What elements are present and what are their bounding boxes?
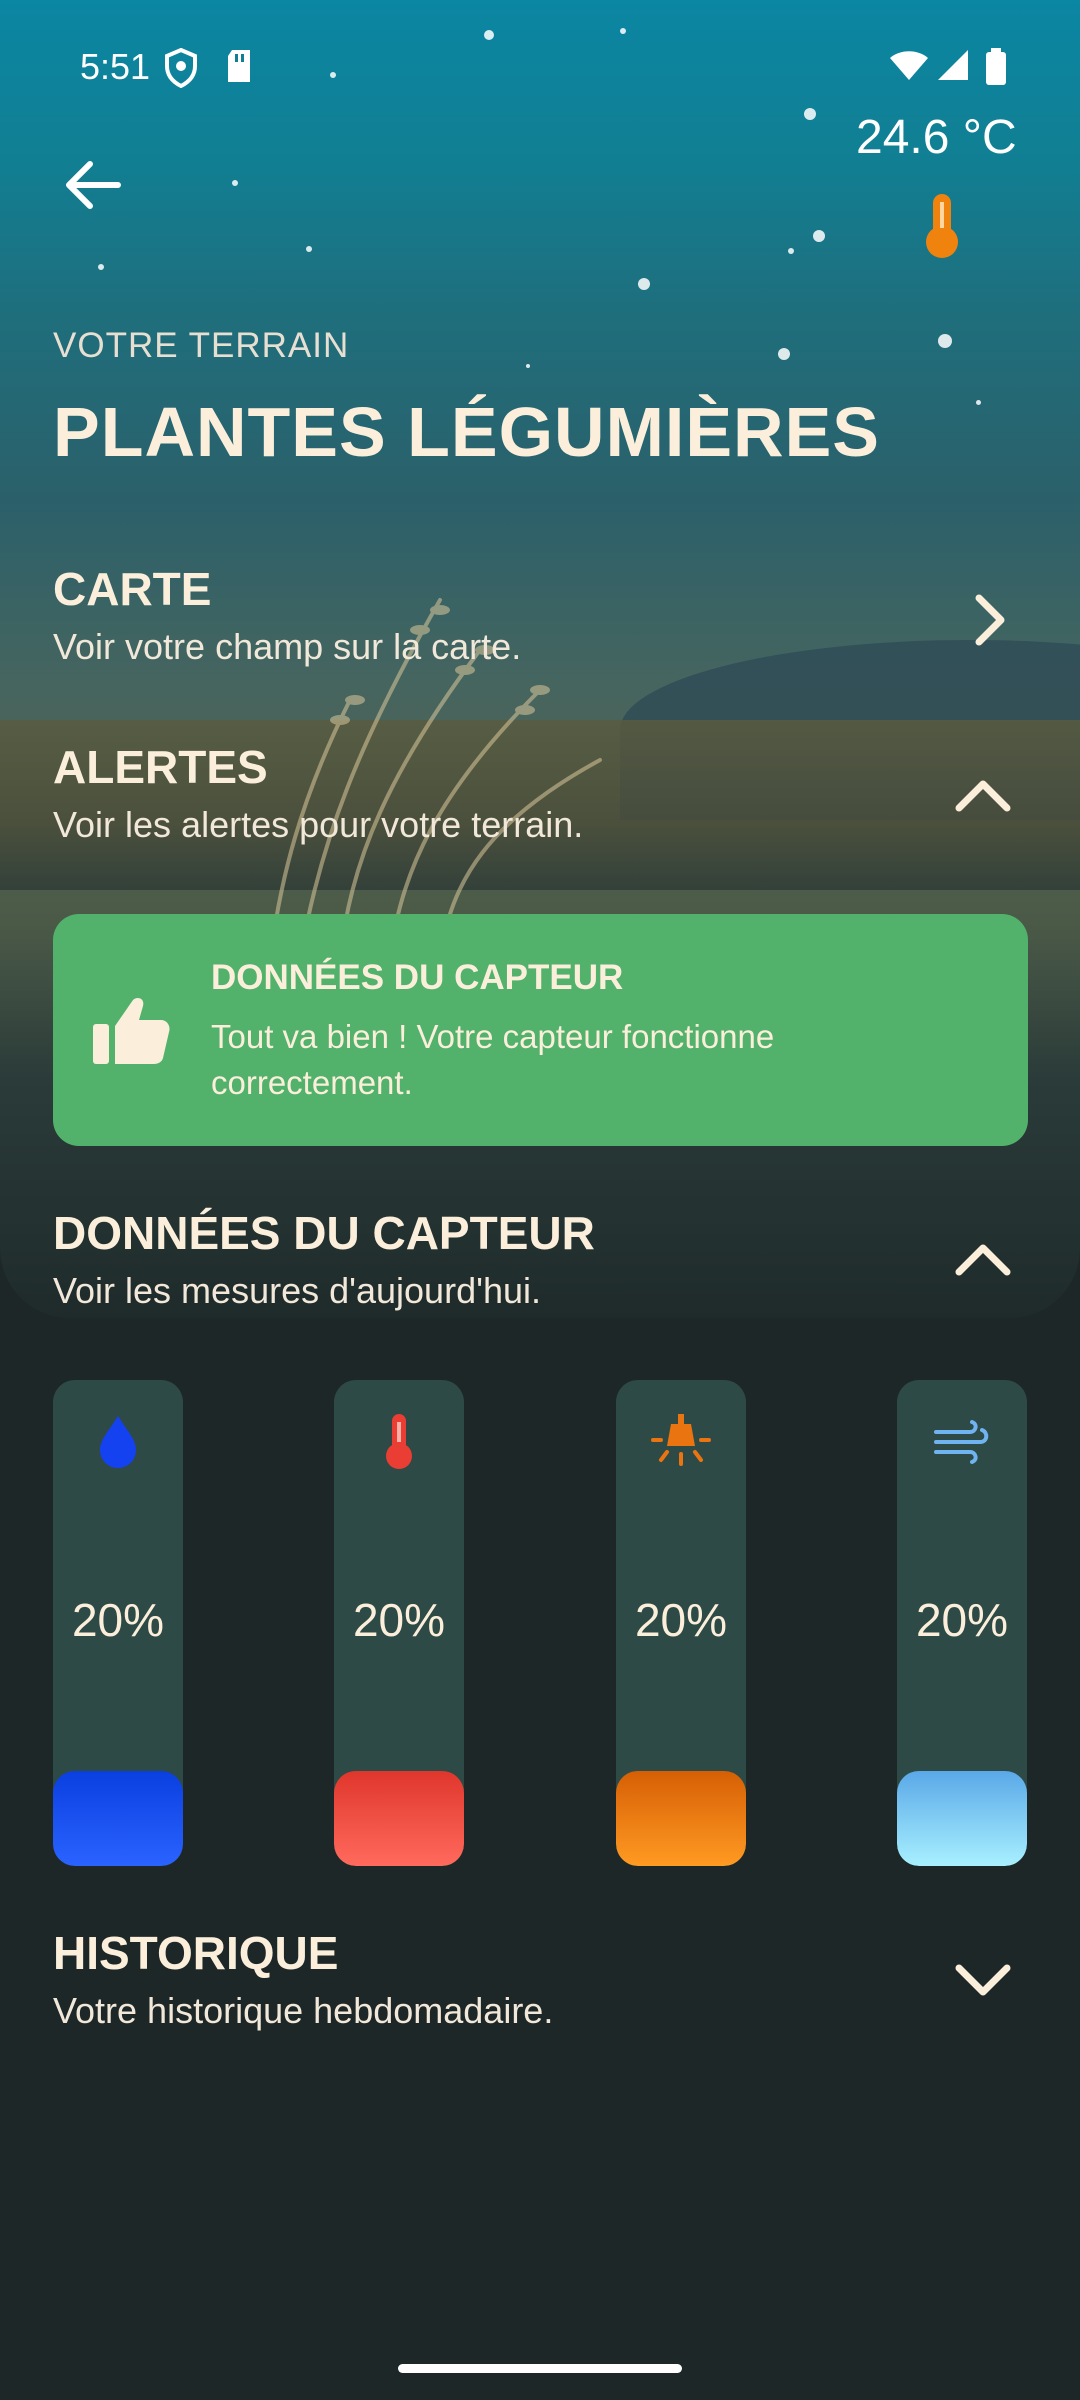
gauge-fill: [53, 1771, 183, 1866]
shield-icon: [165, 48, 197, 88]
section-capteur-subtitle: Voir les mesures d'aujourd'hui.: [53, 1270, 542, 1311]
gauge-value: 20%: [634, 1594, 728, 1646]
lamp-icon: [651, 1414, 711, 1466]
star: [788, 248, 794, 254]
gauge-value: 20%: [352, 1594, 446, 1646]
star: [98, 264, 104, 270]
gauge-fill: [334, 1771, 464, 1866]
gauge-temperature: 20%: [334, 1380, 464, 1866]
alert-card-text: Tout va bien ! Votre capteur fonctionne …: [211, 1018, 775, 1101]
wind-icon: [934, 1420, 989, 1464]
gauge-fill: [616, 1771, 746, 1866]
home-indicator[interactable]: [398, 2364, 682, 2373]
water-drop-icon: [100, 1416, 136, 1468]
gauge-wind: 20%: [897, 1380, 1027, 1866]
section-alertes-title: ALERTES: [53, 741, 268, 793]
star: [620, 28, 626, 34]
terrain-title: PLANTES LÉGUMIÈRES: [53, 393, 880, 471]
status-bar: 5:51: [0, 40, 1080, 100]
thermometer-icon: [386, 1414, 412, 1469]
terrain-label: VOTRE TERRAIN: [53, 326, 350, 365]
section-alertes-subtitle: Voir les alertes pour votre terrain.: [53, 804, 584, 845]
star: [232, 180, 238, 186]
section-carte-subtitle: Voir votre champ sur la carte.: [53, 626, 522, 667]
gauge-fill: [897, 1771, 1027, 1866]
section-capteur[interactable]: DONNÉES DU CAPTEUR Voir les mesures d'au…: [53, 1206, 1033, 1312]
section-capteur-title: DONNÉES DU CAPTEUR: [53, 1207, 595, 1259]
thumbs-up-icon: [93, 998, 170, 1064]
gauge-light: 20%: [616, 1380, 746, 1866]
section-historique-title: HISTORIQUE: [53, 1927, 339, 1979]
arrow-left-icon[interactable]: [58, 150, 128, 220]
star: [526, 364, 530, 368]
gauge-value: 20%: [71, 1594, 165, 1646]
chevron-down-icon[interactable]: [953, 1954, 1013, 2004]
status-time: 5:51: [80, 46, 151, 87]
star: [306, 246, 312, 252]
star: [804, 108, 816, 120]
star: [813, 230, 825, 242]
current-temperature: 24.6 °C: [856, 111, 1017, 164]
sd-card-icon: [228, 50, 250, 82]
alert-card-title: DONNÉES DU CAPTEUR: [211, 958, 624, 997]
star: [638, 278, 650, 290]
section-carte[interactable]: CARTE Voir votre champ sur la carte.: [53, 562, 1033, 668]
star: [976, 400, 981, 405]
chevron-up-icon[interactable]: [953, 770, 1013, 820]
section-carte-title: CARTE: [53, 563, 212, 615]
star: [778, 348, 790, 360]
chevron-right-icon[interactable]: [963, 590, 1013, 650]
section-historique[interactable]: HISTORIQUE Votre historique hebdomadaire…: [53, 1926, 1033, 2032]
signal-icon: [938, 50, 968, 80]
alert-card: DONNÉES DU CAPTEUR Tout va bien ! Votre …: [53, 914, 1028, 1146]
star: [938, 334, 952, 348]
section-historique-subtitle: Votre historique hebdomadaire.: [53, 1990, 554, 2031]
battery-icon: [986, 48, 1006, 85]
wifi-icon: [890, 51, 928, 80]
gauge-value: 20%: [915, 1594, 1009, 1646]
section-alertes[interactable]: ALERTES Voir les alertes pour votre terr…: [53, 740, 1033, 846]
chevron-up-icon[interactable]: [953, 1234, 1013, 1284]
thermometer-icon: [926, 194, 958, 258]
star: [484, 30, 494, 40]
gauge-humidity: 20%: [53, 1380, 183, 1866]
